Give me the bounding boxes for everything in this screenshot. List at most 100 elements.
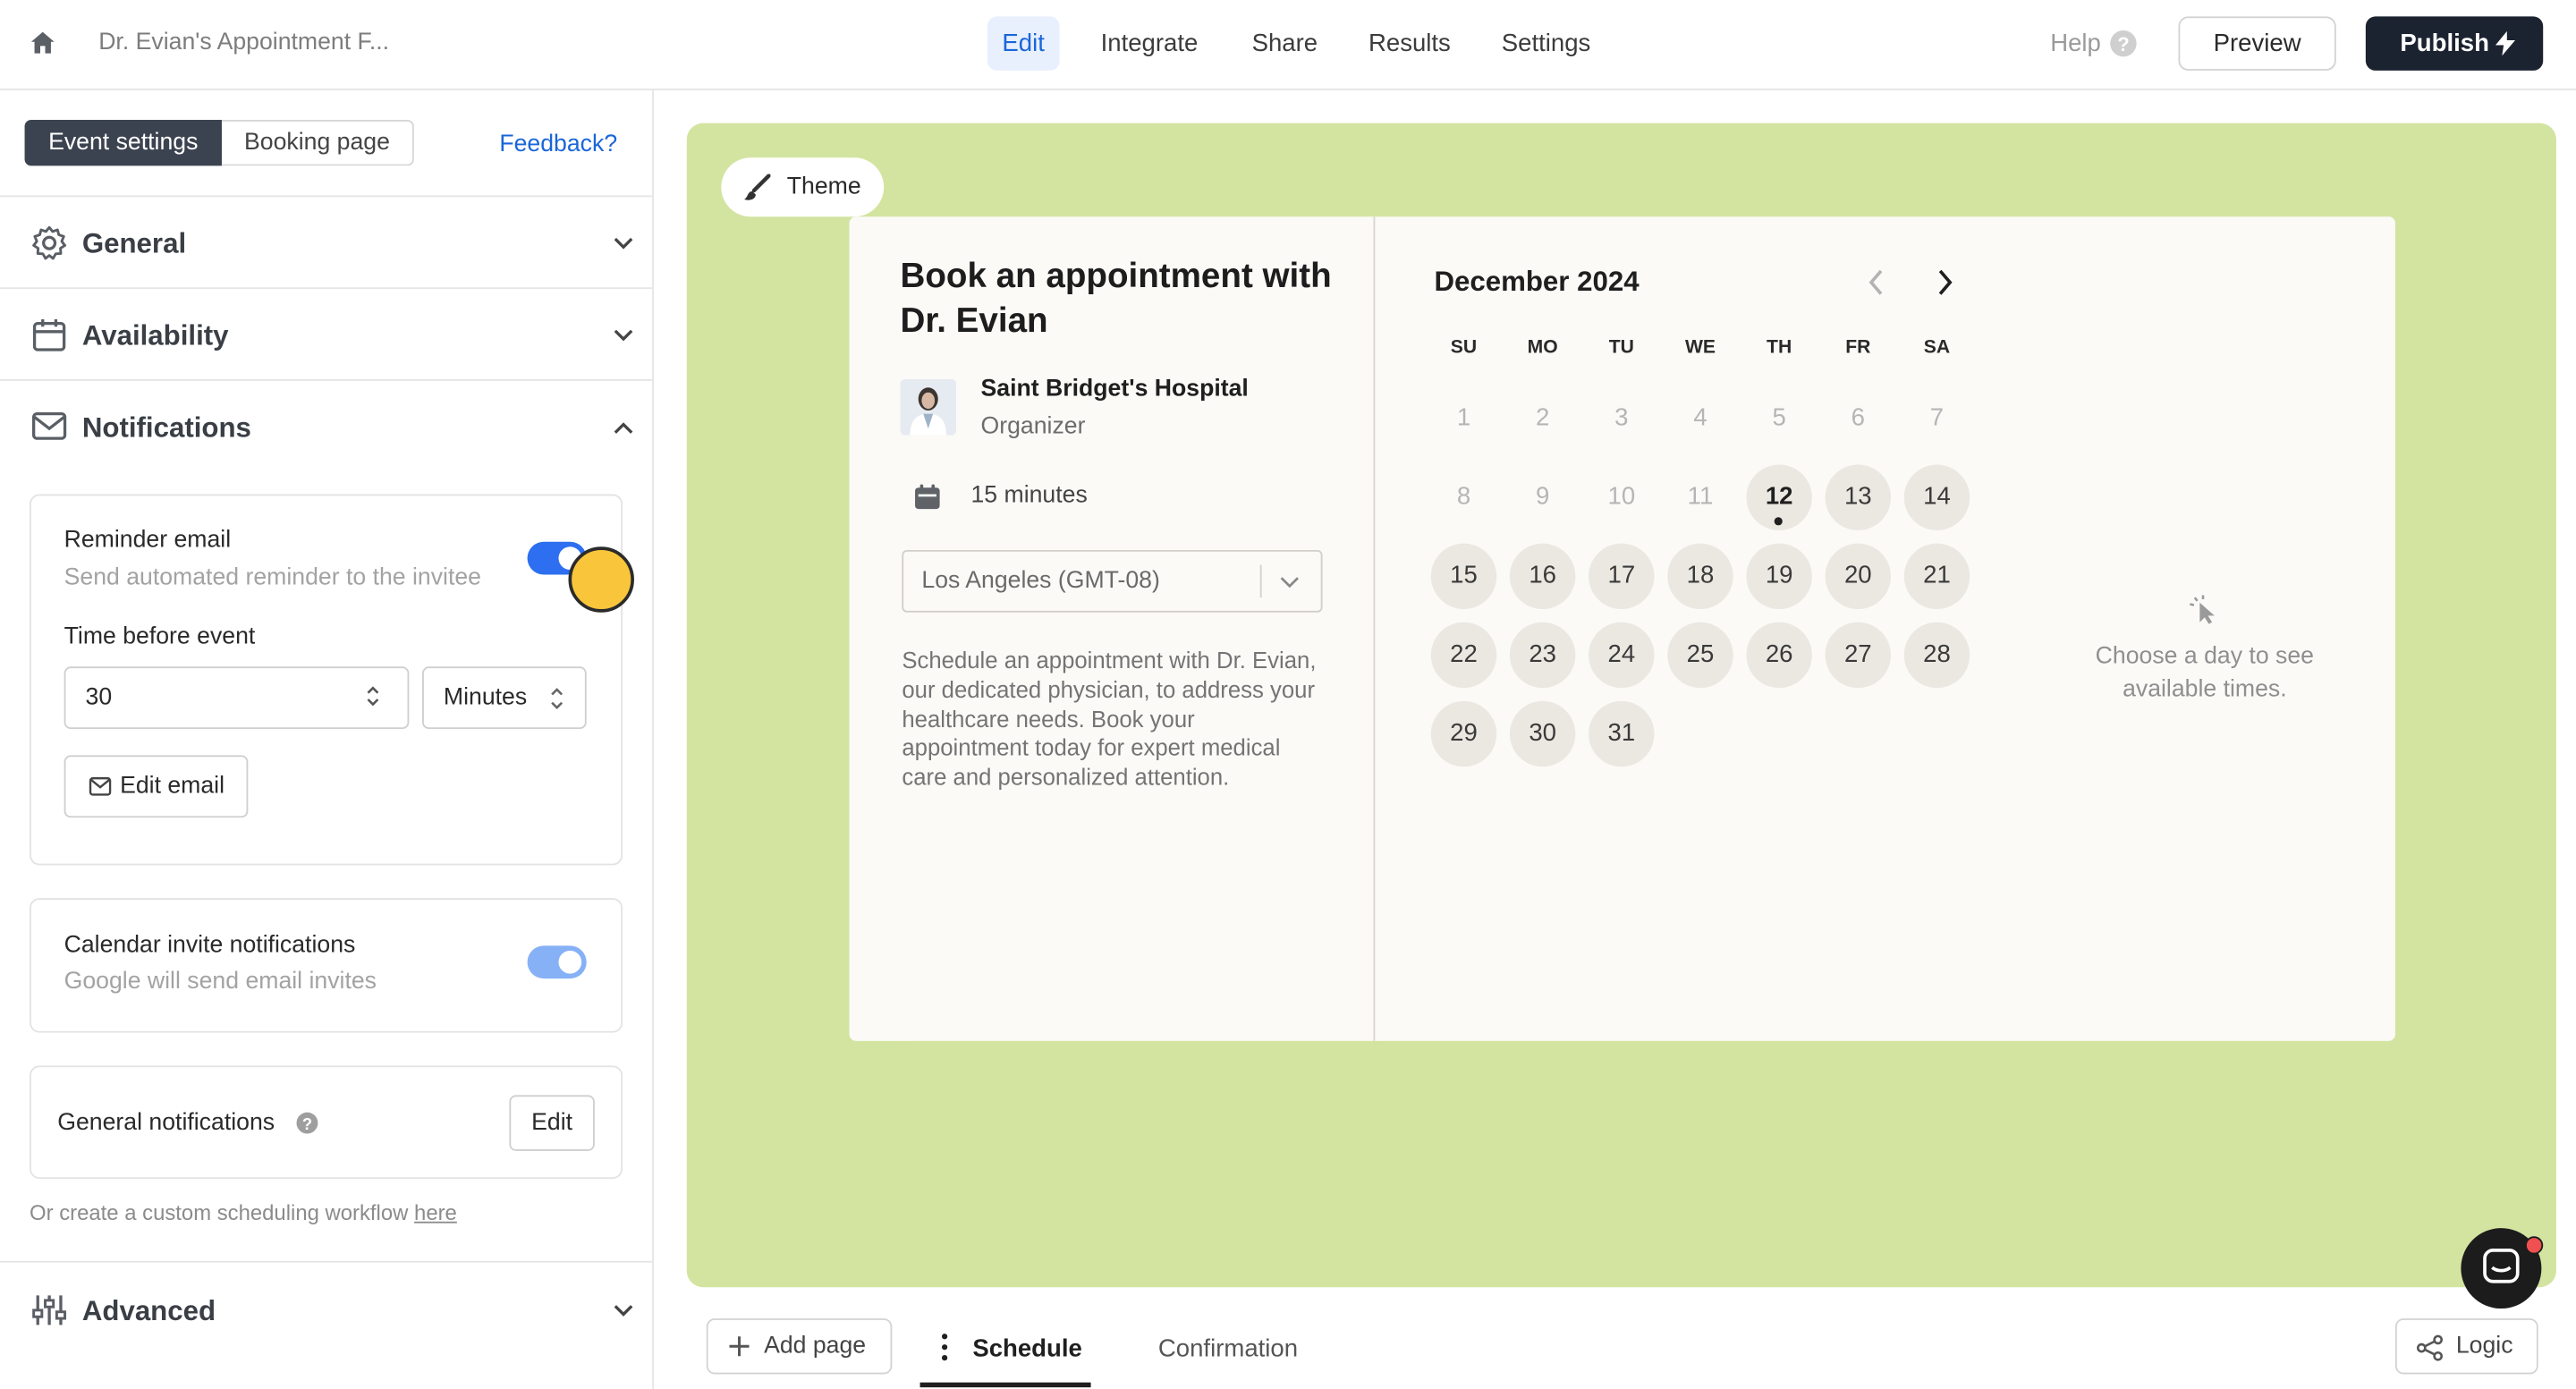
add-page-label: Add page [764, 1333, 867, 1359]
cursor-highlight [568, 546, 634, 613]
calendar-day-6: 6 [1851, 403, 1865, 432]
form-name-breadcrumb[interactable]: Dr. Evian's Appointment F... [98, 30, 389, 55]
mail-icon [89, 776, 112, 796]
calendar-day-24[interactable]: 24 [1589, 622, 1655, 689]
calendar-day-12[interactable]: 12 [1746, 464, 1812, 530]
share-nodes-icon [2416, 1334, 2443, 1361]
stepper-icon[interactable] [365, 683, 381, 709]
calendar-day-19[interactable]: 19 [1746, 543, 1812, 610]
theme-button[interactable]: Theme [721, 157, 885, 217]
weekday-fr: FR [1845, 338, 1871, 359]
duration: 15 minutes [970, 482, 1088, 510]
calendar-day-28[interactable]: 28 [1903, 622, 1970, 689]
page-tab-schedule-label: Schedule [972, 1334, 1082, 1363]
weekday-mo: MO [1527, 338, 1558, 359]
calendar-day-4: 4 [1693, 403, 1707, 432]
feedback-link[interactable]: Feedback? [499, 131, 617, 157]
select-arrows-icon [548, 684, 564, 712]
help-link[interactable]: Help [2050, 30, 2101, 57]
calendar-day-20[interactable]: 20 [1825, 543, 1892, 610]
calendar-day-29[interactable]: 29 [1430, 700, 1497, 767]
divider [1259, 564, 1262, 598]
time-before-event-label: Time before event [64, 623, 256, 650]
tab-integrate[interactable]: Integrate [1086, 16, 1213, 71]
chevron-up-icon [613, 422, 634, 436]
custom-workflow-note: Or create a custom scheduling workflow h… [30, 1200, 457, 1225]
reminder-email-title: Reminder email [64, 527, 232, 554]
segment-booking-page[interactable]: Booking page [221, 120, 414, 166]
page-tab-confirmation[interactable]: Confirmation [1158, 1334, 1298, 1362]
reminder-email-description: Send automated reminder to the invitee [64, 564, 481, 591]
tab-results[interactable]: Results [1353, 16, 1465, 71]
calendar-invite-title: Calendar invite notifications [64, 932, 356, 960]
today-indicator [1774, 517, 1783, 526]
page-tab-schedule[interactable]: Schedule [919, 1318, 1091, 1388]
calendar-day-14[interactable]: 14 [1903, 464, 1970, 530]
cursor-click-icon [2188, 595, 2221, 624]
preview-button[interactable]: Preview [2178, 16, 2336, 71]
booking-title: Book an appointment with Dr. Evian [900, 258, 1332, 340]
drag-handle-icon[interactable] [941, 1334, 948, 1361]
section-advanced[interactable]: Advanced [0, 1263, 652, 1355]
calendar-day-21[interactable]: 21 [1903, 543, 1970, 610]
calendar-day-18[interactable]: 18 [1667, 543, 1733, 610]
calendar-day-22[interactable]: 22 [1430, 622, 1497, 689]
timezone-select[interactable]: Los Angeles (GMT-08) [902, 549, 1323, 613]
notification-dot [2525, 1236, 2544, 1255]
calendar-invite-description: Google will send email invites [64, 969, 377, 995]
home-icon[interactable] [30, 30, 55, 55]
calendar-invite-toggle[interactable] [527, 945, 587, 979]
calendar-day-13[interactable]: 13 [1825, 464, 1892, 530]
general-notifications-title: General notifications [57, 1109, 275, 1137]
logic-button[interactable]: Logic [2394, 1318, 2538, 1375]
help-question-icon[interactable]: ? [2109, 30, 2137, 57]
time-unit-select[interactable]: Minutes [422, 666, 587, 730]
section-notifications-title: Notifications [81, 411, 251, 444]
section-availability[interactable]: Availability [0, 289, 653, 381]
calendar-day-27[interactable]: 27 [1825, 622, 1892, 689]
section-availability-title: Availability [81, 319, 229, 351]
weekday-su: SU [1450, 338, 1478, 359]
plus-icon [728, 1334, 751, 1358]
calendar-day-16[interactable]: 16 [1509, 543, 1576, 610]
calendar-day-23[interactable]: 23 [1509, 622, 1576, 689]
calendar-day-3: 3 [1614, 403, 1629, 432]
organizer-role: Organizer [980, 413, 1086, 440]
svg-text:?: ? [302, 1114, 312, 1133]
calendar-day-7: 7 [1929, 403, 1945, 432]
timezone-value: Los Angeles (GMT-08) [921, 568, 1160, 595]
section-general[interactable]: General [0, 197, 653, 290]
calendar-day-9: 9 [1535, 482, 1550, 511]
chat-launcher-button[interactable] [2461, 1228, 2544, 1309]
next-month-icon[interactable] [1936, 267, 1955, 297]
publish-button[interactable]: Publish [2365, 16, 2544, 71]
calendar-icon [31, 317, 67, 352]
custom-workflow-link[interactable]: here [414, 1200, 457, 1225]
segment-event-settings[interactable]: Event settings [24, 120, 222, 166]
general-notifications-edit-button[interactable]: Edit [509, 1095, 595, 1151]
gear-icon [31, 224, 67, 260]
calendar-day-15[interactable]: 15 [1430, 543, 1497, 610]
prev-month-icon[interactable] [1866, 267, 1885, 297]
calendar-day-30[interactable]: 30 [1509, 700, 1576, 767]
calendar-day-31[interactable]: 31 [1589, 700, 1655, 767]
calendar-day-26[interactable]: 26 [1746, 622, 1812, 689]
chevron-down-icon [613, 328, 634, 342]
time-before-event-input[interactable]: 30 [64, 666, 410, 730]
add-page-button[interactable]: Add page [706, 1318, 893, 1375]
mail-icon [31, 411, 67, 444]
calendar-day-17[interactable]: 17 [1589, 543, 1655, 610]
sliders-icon [31, 1292, 67, 1328]
section-advanced-title: Advanced [81, 1295, 216, 1327]
section-notifications[interactable]: Notifications [0, 381, 652, 473]
weekday-we: WE [1684, 338, 1716, 359]
tab-settings[interactable]: Settings [1487, 16, 1606, 71]
help-question-icon[interactable]: ? [296, 1112, 319, 1135]
tab-share[interactable]: Share [1237, 16, 1333, 71]
edit-email-button[interactable]: Edit email [64, 755, 249, 818]
calendar-day-25[interactable]: 25 [1667, 622, 1733, 689]
weekday-th: TH [1767, 338, 1792, 359]
edit-email-label: Edit email [120, 773, 225, 800]
organization-name: Saint Bridget's Hospital [980, 376, 1249, 402]
tab-edit[interactable]: Edit [987, 16, 1060, 71]
